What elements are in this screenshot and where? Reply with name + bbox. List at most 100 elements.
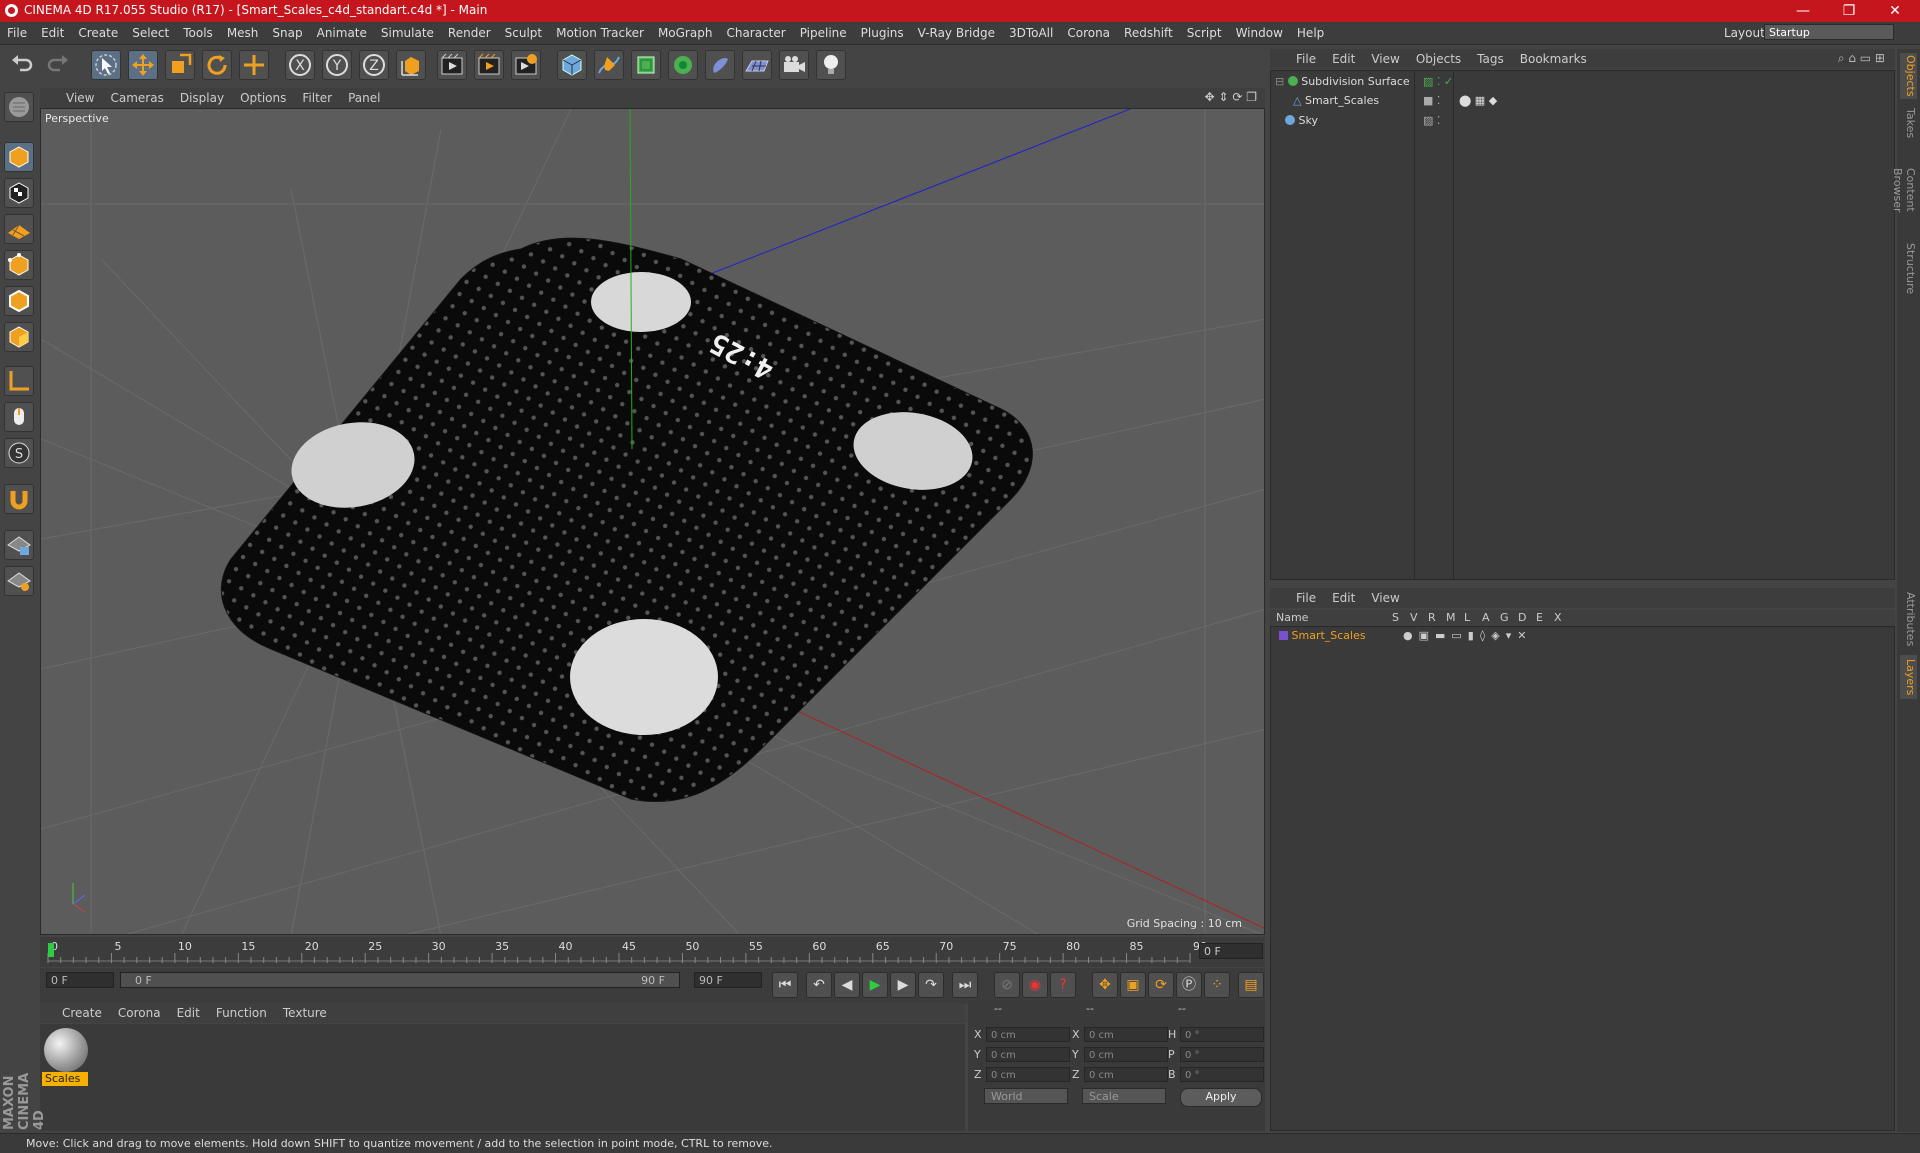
menu-animate[interactable]: Animate <box>310 22 374 44</box>
make-editable-icon[interactable] <box>4 92 34 122</box>
size-x-field[interactable]: 0 cm <box>1084 1027 1168 1042</box>
material-menu-function[interactable]: Function <box>208 1003 275 1023</box>
record-keys-icon[interactable]: ⊘ <box>994 972 1020 998</box>
material-menu-corona[interactable]: Corona <box>110 1003 169 1023</box>
menu-3dtoall[interactable]: 3DToAll <box>1002 22 1060 44</box>
om-search-icons[interactable]: ⌕ ⌂ ▭ ⊞ <box>1838 51 1885 66</box>
menu-character[interactable]: Character <box>719 22 792 44</box>
redo-icon[interactable] <box>44 50 74 80</box>
side-tab-content-browser[interactable]: Content Browser <box>1891 145 1917 235</box>
material-menu-create[interactable]: Create <box>54 1003 110 1023</box>
viewport-nav-icons[interactable]: ✥ ⇕ ⟳ ❐ <box>1205 90 1257 104</box>
undo-icon[interactable] <box>8 50 38 80</box>
timeline-ruler[interactable]: 051015202530354045505560657075808590 0 F <box>40 937 1265 967</box>
menu-sculpt[interactable]: Sculpt <box>498 22 549 44</box>
polygons-mode-icon[interactable] <box>4 322 34 352</box>
rot-p-field[interactable]: 0 ° <box>1180 1047 1264 1062</box>
z-axis-lock-icon[interactable]: Z <box>359 50 389 80</box>
object-row-subdivision-surface[interactable]: ⊟ Subdivision Surface ▨ ⁚ ✓ <box>1275 73 1895 91</box>
menu-corona[interactable]: Corona <box>1060 22 1117 44</box>
menu-file[interactable]: File <box>0 22 34 44</box>
pos-z-field[interactable]: 0 cm <box>986 1067 1070 1082</box>
lm-menu-view[interactable]: View <box>1363 588 1407 608</box>
y-axis-lock-icon[interactable]: Y <box>322 50 352 80</box>
object-row-smart-scales[interactable]: △ Smart_Scales ■ ⁚ ⬤ ▦ ◆ <box>1293 92 1893 110</box>
render-settings-icon[interactable] <box>511 50 541 80</box>
menu-render[interactable]: Render <box>441 22 498 44</box>
menu-vray-bridge[interactable]: V-Ray Bridge <box>911 22 1002 44</box>
minimize-button[interactable]: — <box>1780 0 1826 22</box>
axis-mode-icon[interactable] <box>4 366 34 396</box>
key-position-icon[interactable]: ✥ <box>1092 972 1118 998</box>
om-menu-edit[interactable]: Edit <box>1324 49 1363 69</box>
viewport-menu-display[interactable]: Display <box>172 88 232 108</box>
menu-redshift[interactable]: Redshift <box>1117 22 1180 44</box>
rot-b-field[interactable]: 0 ° <box>1180 1067 1264 1082</box>
go-to-end-icon[interactable]: ⏭ <box>952 972 978 998</box>
close-button[interactable]: ✕ <box>1872 0 1918 22</box>
object-visibility-icon[interactable]: ▨ ⁚ ✓ <box>1423 73 1453 91</box>
playhead-marker[interactable] <box>48 943 54 957</box>
move-tool-icon[interactable] <box>128 50 158 80</box>
rotate-tool-icon[interactable] <box>202 50 232 80</box>
light-icon[interactable] <box>816 50 846 80</box>
size-z-field[interactable]: 0 cm <box>1084 1067 1168 1082</box>
current-frame-field[interactable]: 0 F <box>1199 943 1263 959</box>
menu-mesh[interactable]: Mesh <box>220 22 266 44</box>
menu-motion-tracker[interactable]: Motion Tracker <box>549 22 651 44</box>
pos-y-field[interactable]: 0 cm <box>986 1047 1070 1062</box>
subdivision-surface-icon[interactable] <box>631 50 661 80</box>
menu-window[interactable]: Window <box>1229 22 1290 44</box>
x-axis-lock-icon[interactable]: X <box>285 50 315 80</box>
side-tab-structure[interactable]: Structure <box>1900 241 1917 297</box>
menu-create[interactable]: Create <box>71 22 125 44</box>
end-frame-field[interactable]: 90 F <box>694 972 762 988</box>
side-tab-layers[interactable]: Layers <box>1900 655 1917 699</box>
viewport-menu-panel[interactable]: Panel <box>340 88 388 108</box>
viewport-menu-options[interactable]: Options <box>232 88 294 108</box>
model-mode-icon[interactable] <box>4 142 34 172</box>
object-row-sky[interactable]: Sky ▨ ⁚ <box>1285 112 1885 130</box>
keyframe-selection-icon[interactable]: ? <box>1050 972 1076 998</box>
timeline-window-icon[interactable]: ▤ <box>1238 972 1264 998</box>
viewport-menu-filter[interactable]: Filter <box>294 88 340 108</box>
key-parameter-icon[interactable]: Ⓟ <box>1176 972 1202 998</box>
start-frame-field[interactable]: 0 F <box>46 972 114 988</box>
side-tab-attributes[interactable]: Attributes <box>1900 589 1917 649</box>
menu-select[interactable]: Select <box>125 22 176 44</box>
play-icon[interactable]: ▶ <box>862 972 888 998</box>
spline-pen-icon[interactable] <box>594 50 624 80</box>
menu-pipeline[interactable]: Pipeline <box>793 22 854 44</box>
floor-icon[interactable] <box>742 50 772 80</box>
key-scale-icon[interactable]: ▣ <box>1120 972 1146 998</box>
live-selection-icon[interactable] <box>91 50 121 80</box>
key-pla-icon[interactable]: ⁘ <box>1204 972 1230 998</box>
side-tab-takes[interactable]: Takes <box>1900 105 1917 141</box>
autokey-icon[interactable]: ◉ <box>1022 972 1048 998</box>
snapping-icon[interactable]: S <box>4 438 34 468</box>
om-menu-file[interactable]: File <box>1288 49 1324 69</box>
points-mode-icon[interactable] <box>4 250 34 280</box>
material-menu-texture[interactable]: Texture <box>275 1003 335 1023</box>
texture-mode-icon[interactable] <box>4 178 34 208</box>
tweak-mode-icon[interactable] <box>4 402 34 432</box>
size-y-field[interactable]: 0 cm <box>1084 1047 1168 1062</box>
coordinate-space-select[interactable]: World <box>984 1088 1068 1104</box>
render-view-icon[interactable] <box>437 50 467 80</box>
menu-mograph[interactable]: MoGraph <box>651 22 720 44</box>
viewport-menu-view[interactable]: View <box>58 88 102 108</box>
side-tab-objects[interactable]: Objects <box>1900 53 1917 99</box>
maximize-button[interactable]: ❐ <box>1826 0 1872 22</box>
object-tags-icon[interactable]: ⬤ ▦ ◆ <box>1459 92 1497 110</box>
lm-menu-file[interactable]: File <box>1288 588 1324 608</box>
viewport-menu-cameras[interactable]: Cameras <box>102 88 171 108</box>
size-mode-select[interactable]: Scale <box>1082 1088 1166 1104</box>
key-rotation-icon[interactable]: ⟳ <box>1148 972 1174 998</box>
camera-icon[interactable] <box>779 50 809 80</box>
planar-workplane-icon[interactable] <box>4 566 34 596</box>
layout-select[interactable]: Startup <box>1764 24 1894 40</box>
deformer-icon[interactable] <box>705 50 735 80</box>
workplane-icon[interactable] <box>4 214 34 244</box>
frame-range-slider[interactable]: 0 F 90 F <box>120 972 680 988</box>
magnet-icon[interactable] <box>4 484 34 514</box>
